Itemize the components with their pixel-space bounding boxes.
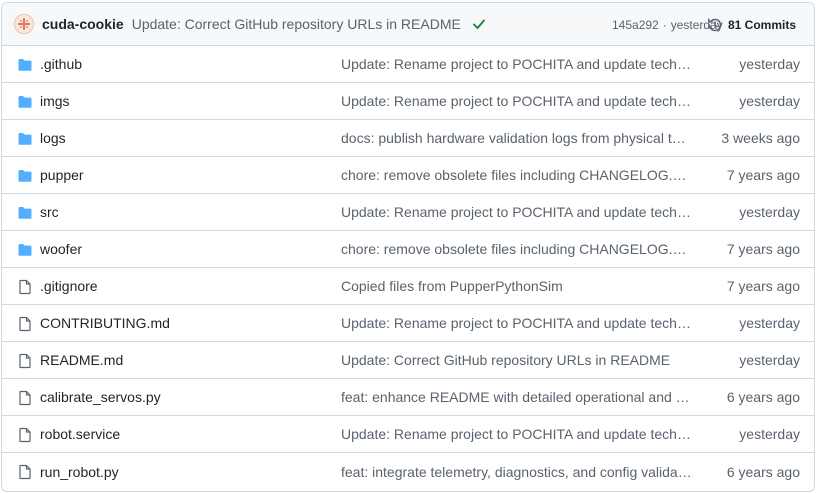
folder-icon [17,205,33,221]
folder-name-link[interactable]: logs [40,130,66,146]
latest-commit-bar: cuda-cookie Update: Correct GitHub repos… [2,3,814,46]
commit-age: 7 years ago [726,241,800,257]
commit-age: yesterday [739,93,800,109]
file-name-link[interactable]: robot.service [40,426,120,442]
folder-icon [17,57,33,73]
file-name-link[interactable]: run_robot.py [40,464,119,480]
folder-name-link[interactable]: src [40,204,59,220]
commit-message-link[interactable]: Update: Rename project to POCHITA and up… [341,56,693,72]
folder-name-link[interactable]: pupper [40,167,84,183]
file-name-link[interactable]: calibrate_servos.py [40,389,161,405]
folder-name-link[interactable]: imgs [40,93,70,109]
file-icon [17,353,33,369]
commit-age: 7 years ago [726,167,800,183]
file-row[interactable]: imgs Update: Rename project to POCHITA an… [2,83,814,120]
file-row[interactable]: run_robot.py feat: integrate telemetry, d… [2,453,814,490]
folder-icon [17,94,33,110]
commit-message-link[interactable]: Update: Rename project to POCHITA and up… [341,204,693,220]
commit-message-link[interactable]: docs: publish hardware validation logs f… [341,130,693,146]
commit-message-link[interactable]: chore: remove obsolete files including C… [341,167,693,183]
file-icon [17,390,33,406]
file-row[interactable]: logs docs: publish hardware validation lo… [2,120,814,157]
commit-message-link[interactable]: chore: remove obsolete files including C… [341,241,693,257]
file-icon [17,427,33,443]
file-icon [17,464,33,480]
commit-age: 3 weeks ago [721,130,800,146]
commit-message-link[interactable]: feat: enhance README with detailed opera… [341,389,693,405]
file-icon [17,316,33,332]
meta-separator: · [662,17,667,32]
file-row[interactable]: woofer chore: remove obsolete files inclu… [2,231,814,268]
folder-name-link[interactable]: .github [40,56,82,72]
commits-count-label: 81 Commits [727,17,796,32]
file-name-link[interactable]: README.md [40,352,123,368]
check-icon[interactable] [471,16,487,32]
file-icon [17,279,33,295]
file-name-link[interactable]: .gitignore [40,278,98,294]
folder-name-link[interactable]: woofer [40,241,82,257]
commit-age: yesterday [739,204,800,220]
file-row[interactable]: calibrate_servos.py feat: enhance README … [2,379,814,416]
commit-age: yesterday [739,426,800,442]
file-browser: cuda-cookie Update: Correct GitHub repos… [1,2,815,492]
folder-icon [17,131,33,147]
commit-age: 6 years ago [726,389,800,405]
commit-message-link[interactable]: Update: Rename project to POCHITA and up… [341,426,693,442]
commit-age: 7 years ago [726,278,800,294]
file-row[interactable]: robot.service Update: Rename project to P… [2,416,814,453]
commit-author-link[interactable]: cuda-cookie [42,16,124,32]
file-row[interactable]: README.md Update: Correct GitHub reposito… [2,342,814,379]
latest-commit-message-link[interactable]: Update: Correct GitHub repository URLs i… [132,16,461,32]
commit-message-link[interactable]: feat: integrate telemetry, diagnostics, … [341,464,693,480]
folder-icon [17,242,33,258]
commit-message-link[interactable]: Copied files from PupperPythonSim [341,278,693,294]
commit-hash-link[interactable]: 145a292 [612,18,659,32]
folder-icon [17,168,33,184]
history-icon [708,17,722,31]
commit-message-link[interactable]: Update: Rename project to POCHITA and up… [341,93,693,109]
file-row[interactable]: .gitignore Copied files from PupperPython… [2,268,814,305]
commit-age: 6 years ago [726,463,800,480]
file-row[interactable]: CONTRIBUTING.md Update: Rename project to… [2,305,814,342]
file-name-link[interactable]: CONTRIBUTING.md [40,315,170,331]
commit-age: yesterday [739,56,800,72]
commit-message-link[interactable]: Update: Rename project to POCHITA and up… [341,315,693,331]
file-row[interactable]: src Update: Rename project to POCHITA and… [2,194,814,231]
file-row[interactable]: pupper chore: remove obsolete files inclu… [2,157,814,194]
commits-history-link[interactable]: 81 Commits [707,3,796,46]
file-row[interactable]: .github Update: Rename project to POCHITA… [2,46,814,83]
file-list: .github Update: Rename project to POCHITA… [2,46,814,490]
avatar-icon[interactable] [14,14,34,34]
commit-age: yesterday [739,352,800,368]
commit-message-link[interactable]: Update: Correct GitHub repository URLs i… [341,352,693,368]
commit-age: yesterday [739,315,800,331]
